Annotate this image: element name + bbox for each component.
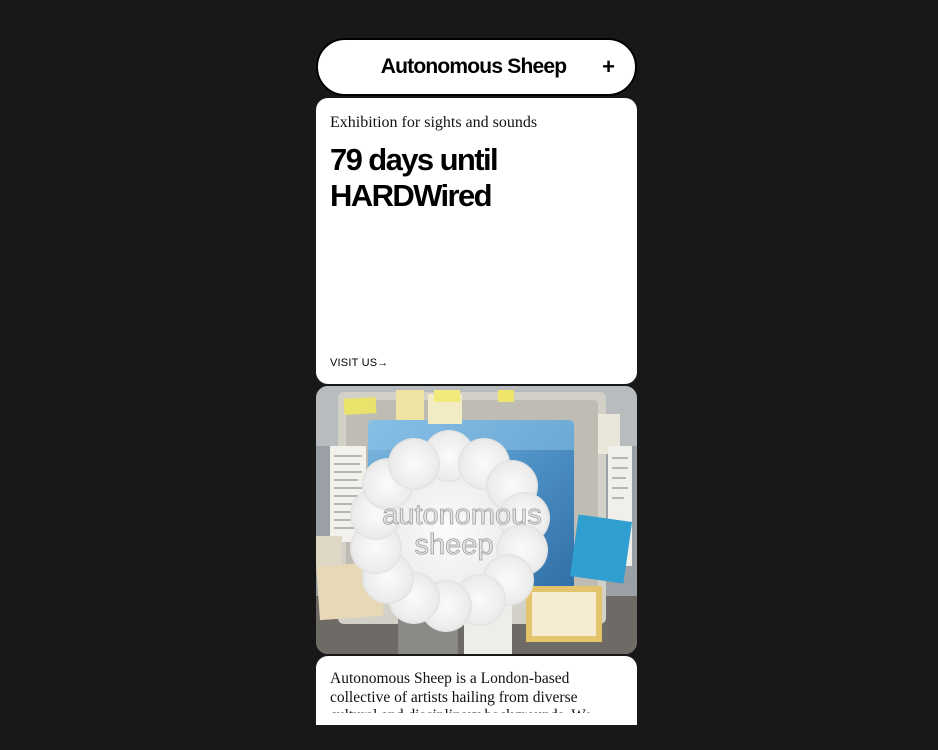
countdown-card: Exhibition for sights and sounds 79 days… xyxy=(316,98,637,384)
visit-us-link[interactable]: VISIT US→ xyxy=(330,357,388,369)
site-title[interactable]: Autonomous Sheep xyxy=(381,55,567,79)
exhibition-subtitle: Exhibition for sights and sounds xyxy=(330,114,538,131)
about-card-bottom-edge xyxy=(316,713,637,750)
headline-line-2: HARDWired xyxy=(330,178,493,213)
hero-photo: autonomous sheep xyxy=(316,386,637,654)
monitor-photo-illustration: autonomous sheep xyxy=(316,386,637,654)
photo-logo-line-2: sheep xyxy=(414,529,493,561)
countdown-headline: 79 days until HARDWired xyxy=(330,142,623,214)
plus-icon[interactable]: + xyxy=(602,56,615,78)
headline-line-1: 79 days until xyxy=(330,142,499,177)
site-header: Autonomous Sheep + xyxy=(316,38,637,96)
photo-logo-line-1: autonomous xyxy=(382,499,542,531)
